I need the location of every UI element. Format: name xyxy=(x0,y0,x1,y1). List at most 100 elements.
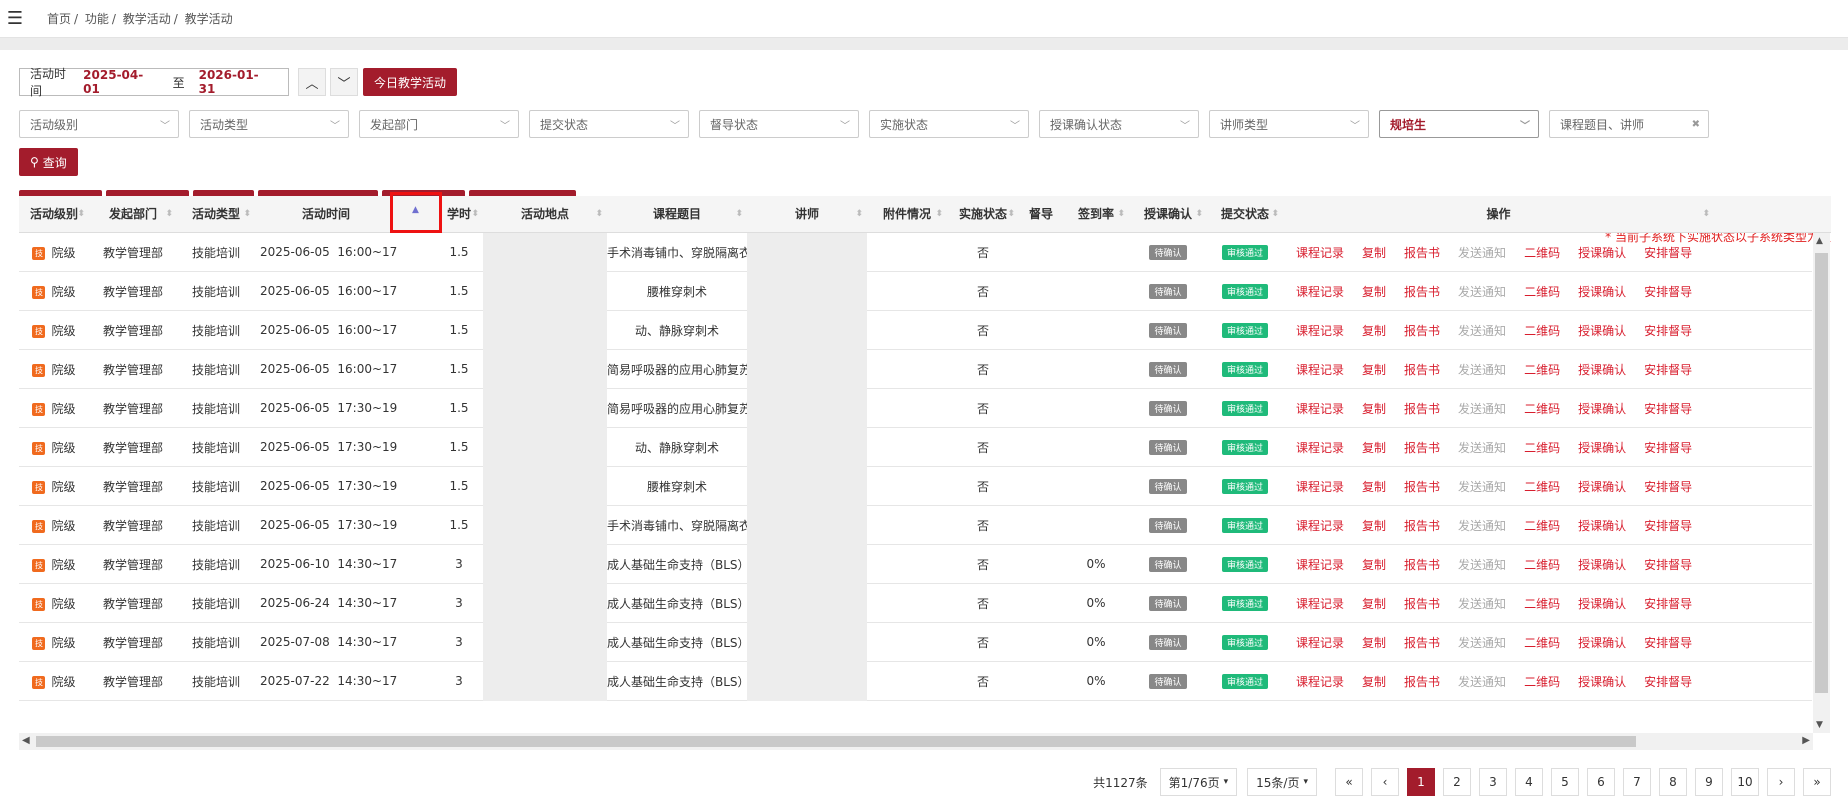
row-action-link[interactable]: 报告书 xyxy=(1404,363,1440,377)
chevron-up-icon[interactable]: ︿ xyxy=(298,68,326,96)
row-action-link[interactable]: 课程记录 xyxy=(1296,246,1344,260)
row-action-link[interactable]: 课程记录 xyxy=(1296,675,1344,689)
row-action-link[interactable]: 授课确认 xyxy=(1578,285,1626,299)
page-number-button[interactable]: 1 xyxy=(1407,768,1435,796)
table-row[interactable]: 技院级教学管理部技能培训2025-06-05 16:00~17:301.5腰椎穿… xyxy=(19,271,1812,311)
row-action-link[interactable]: 报告书 xyxy=(1404,519,1440,533)
column-header[interactable]: 活动级别 ⬍ xyxy=(19,196,89,233)
row-action-link[interactable]: 授课确认 xyxy=(1578,324,1626,338)
sort-icon[interactable]: ⬍ xyxy=(1195,196,1203,233)
row-action-link[interactable]: 授课确认 xyxy=(1578,519,1626,533)
row-action-link[interactable]: 复制 xyxy=(1362,675,1386,689)
row-action-link[interactable]: 报告书 xyxy=(1404,675,1440,689)
column-header[interactable]: 课程题目 ⬍ xyxy=(607,196,747,233)
row-action-link[interactable]: 课程记录 xyxy=(1296,324,1344,338)
row-action-link[interactable]: 授课确认 xyxy=(1578,402,1626,416)
row-action-link[interactable]: 二维码 xyxy=(1524,246,1560,260)
row-action-link[interactable]: 课程记录 xyxy=(1296,636,1344,650)
row-action-link[interactable]: 发送通知 xyxy=(1458,402,1506,416)
vertical-scrollbar[interactable]: ▲ ▼ xyxy=(1813,233,1830,733)
filter-select[interactable]: 活动级别 ﹀ xyxy=(19,110,179,138)
sort-icon[interactable]: ⬍ xyxy=(855,196,863,233)
row-action-link[interactable]: 课程记录 xyxy=(1296,558,1344,572)
column-header[interactable]: 操作 ⬍ xyxy=(1283,196,1714,233)
table-row[interactable]: 技院级教学管理部技能培训2025-06-05 17:30~19:001.5腰椎穿… xyxy=(19,466,1812,506)
row-action-link[interactable]: 报告书 xyxy=(1404,324,1440,338)
row-action-link[interactable]: 安排督导 xyxy=(1644,636,1692,650)
row-action-link[interactable]: 复制 xyxy=(1362,285,1386,299)
row-action-link[interactable]: 发送通知 xyxy=(1458,285,1506,299)
row-action-link[interactable]: 发送通知 xyxy=(1458,675,1506,689)
scroll-up-icon[interactable]: ▲ xyxy=(1816,236,1823,246)
sort-icon[interactable]: ⬍ xyxy=(1702,196,1710,233)
end-date[interactable]: 2026-01-31 xyxy=(199,68,274,96)
page-number-button[interactable]: 2 xyxy=(1443,768,1471,796)
row-action-link[interactable]: 二维码 xyxy=(1524,558,1560,572)
row-action-link[interactable]: 安排督导 xyxy=(1644,675,1692,689)
column-header[interactable]: 督导 xyxy=(1019,196,1063,233)
column-header[interactable]: 学时 ⬍ xyxy=(435,196,483,233)
column-header[interactable]: 实施状态 ⬍ xyxy=(947,196,1019,233)
scroll-thumb[interactable] xyxy=(1815,253,1828,693)
column-header[interactable]: 活动类型 ⬍ xyxy=(177,196,255,233)
row-action-link[interactable]: 发送通知 xyxy=(1458,636,1506,650)
row-action-link[interactable]: 报告书 xyxy=(1404,441,1440,455)
row-action-link[interactable]: 二维码 xyxy=(1524,636,1560,650)
row-action-link[interactable]: 报告书 xyxy=(1404,480,1440,494)
row-action-link[interactable]: 发送通知 xyxy=(1458,597,1506,611)
sort-ascending-icon[interactable]: ▲ xyxy=(412,205,419,215)
row-action-link[interactable]: 复制 xyxy=(1362,597,1386,611)
filter-select[interactable]: 实施状态 ﹀ xyxy=(869,110,1029,138)
row-action-link[interactable]: 复制 xyxy=(1362,324,1386,338)
table-row[interactable]: 技院级教学管理部技能培训2025-06-05 16:00~17:301.5简易呼… xyxy=(19,349,1812,389)
row-action-link[interactable]: 安排督导 xyxy=(1644,324,1692,338)
page-number-button[interactable]: 8 xyxy=(1659,768,1687,796)
sort-icon[interactable]: ⬍ xyxy=(1007,196,1015,233)
row-action-link[interactable]: 发送通知 xyxy=(1458,324,1506,338)
table-row[interactable]: 技院级教学管理部技能培训2025-06-24 14:30~17:053成人基础生… xyxy=(19,583,1812,623)
row-action-link[interactable]: 安排督导 xyxy=(1644,363,1692,377)
row-action-link[interactable]: 复制 xyxy=(1362,402,1386,416)
scroll-thumb[interactable] xyxy=(36,736,1636,747)
column-header[interactable]: 发起部门 ⬍ xyxy=(89,196,177,233)
row-action-link[interactable]: 复制 xyxy=(1362,441,1386,455)
row-action-link[interactable]: 发送通知 xyxy=(1458,441,1506,455)
row-action-link[interactable]: 发送通知 xyxy=(1458,246,1506,260)
column-header[interactable]: 活动地点 ⬍ xyxy=(483,196,607,233)
last-page-button[interactable]: » xyxy=(1803,768,1831,796)
row-action-link[interactable]: 安排督导 xyxy=(1644,597,1692,611)
row-action-link[interactable]: 安排督导 xyxy=(1644,441,1692,455)
page-number-button[interactable]: 5 xyxy=(1551,768,1579,796)
column-header[interactable]: 活动时间 xyxy=(255,196,397,233)
chevron-down-icon[interactable]: ﹀ xyxy=(330,68,358,96)
scroll-down-icon[interactable]: ▼ xyxy=(1816,720,1823,730)
row-action-link[interactable]: 复制 xyxy=(1362,246,1386,260)
row-action-link[interactable]: 授课确认 xyxy=(1578,636,1626,650)
query-button[interactable]: ⚲ 查询 xyxy=(19,148,78,176)
clear-icon[interactable]: ✖ xyxy=(1692,119,1700,130)
row-action-link[interactable]: 安排督导 xyxy=(1644,246,1692,260)
row-action-link[interactable]: 课程记录 xyxy=(1296,441,1344,455)
row-action-link[interactable]: 授课确认 xyxy=(1578,480,1626,494)
column-header[interactable]: 授课确认 ⬍ xyxy=(1129,196,1207,233)
today-activities-button[interactable]: 今日教学活动 xyxy=(363,68,458,96)
filter-select[interactable]: 授课确认状态 ﹀ xyxy=(1039,110,1199,138)
row-action-link[interactable]: 安排督导 xyxy=(1644,285,1692,299)
row-action-link[interactable]: 复制 xyxy=(1362,519,1386,533)
page-number-button[interactable]: 10 xyxy=(1731,768,1759,796)
row-action-link[interactable]: 二维码 xyxy=(1524,363,1560,377)
row-action-link[interactable]: 二维码 xyxy=(1524,402,1560,416)
row-action-link[interactable]: 二维码 xyxy=(1524,480,1560,494)
page-size-select[interactable]: 15条/页 ▾ xyxy=(1247,768,1317,796)
row-action-link[interactable]: 安排督导 xyxy=(1644,519,1692,533)
filter-select[interactable]: 规培生 ﹀ xyxy=(1379,110,1539,138)
filter-select[interactable]: 提交状态 ﹀ xyxy=(529,110,689,138)
row-action-link[interactable]: 报告书 xyxy=(1404,246,1440,260)
row-action-link[interactable]: 授课确认 xyxy=(1578,597,1626,611)
row-action-link[interactable]: 课程记录 xyxy=(1296,285,1344,299)
table-row[interactable]: 技院级教学管理部技能培训2025-07-08 14:30~17:053成人基础生… xyxy=(19,622,1812,662)
filter-select[interactable]: 发起部门 ﹀ xyxy=(359,110,519,138)
scroll-right-icon[interactable]: ▶ xyxy=(1802,735,1810,746)
row-action-link[interactable]: 报告书 xyxy=(1404,597,1440,611)
page-number-button[interactable]: 3 xyxy=(1479,768,1507,796)
